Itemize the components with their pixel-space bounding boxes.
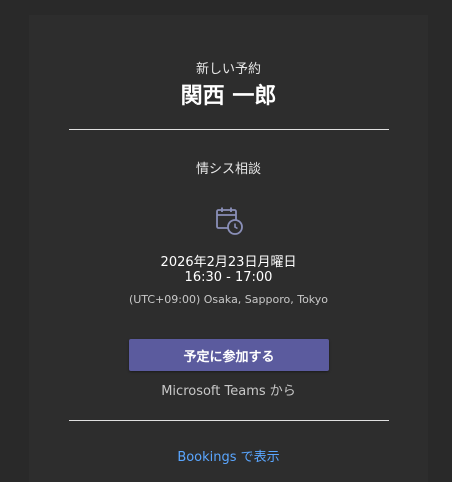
booking-card: 新しい予約 関西 一郎 情シス相談 2026年2月23日月曜日 16:30 - …	[29, 15, 428, 482]
view-in-bookings-link[interactable]: Bookings で表示	[29, 446, 428, 465]
booking-date: 2026年2月23日月曜日	[160, 255, 297, 270]
booking-timezone: (UTC+09:00) Osaka, Sapporo, Tokyo	[128, 293, 329, 306]
join-source-text: Microsoft Teams から	[161, 384, 296, 399]
customer-name: 関西 一郎	[180, 83, 277, 109]
join-meeting-button[interactable]: 予定に参加する	[129, 339, 329, 371]
service-name: 情シス相談	[195, 162, 261, 177]
notification-subtitle: 新しい予約	[195, 62, 261, 77]
divider-bottom	[69, 420, 389, 421]
calendar-clock-icon	[216, 207, 243, 235]
booking-time: 16:30 - 17:00	[184, 270, 273, 285]
divider-top	[69, 129, 389, 130]
